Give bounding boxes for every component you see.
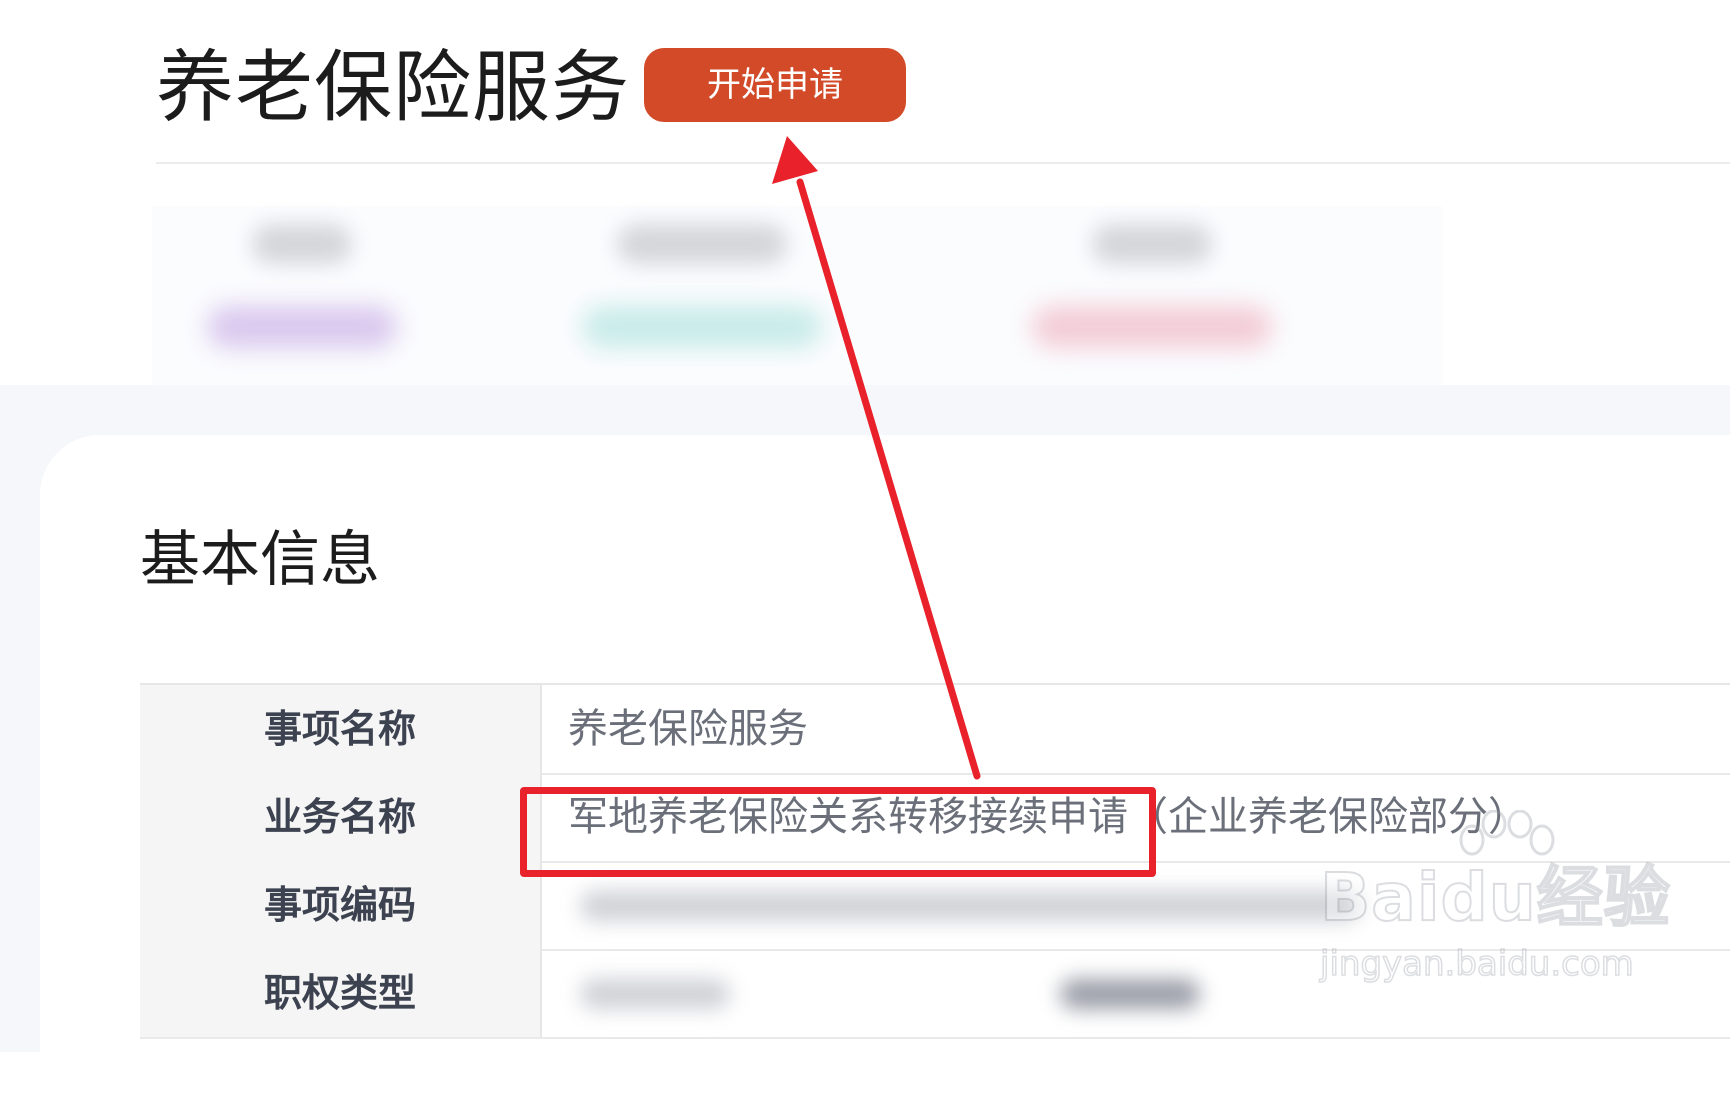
stat-label-blurred — [1092, 224, 1212, 264]
annotation-highlight-box — [520, 787, 1156, 877]
row-value-blurred — [1060, 979, 1200, 1009]
row-value: 养老保险服务 — [568, 706, 808, 752]
row-label: 事项编码 — [140, 861, 542, 949]
row-label: 职权类型 — [140, 949, 542, 1037]
watermark-logo-text: Baidu经验 — [1319, 858, 1671, 937]
stat-value-blurred — [582, 306, 822, 348]
table-row: 事项名称 养老保险服务 — [140, 685, 1730, 775]
baidu-jingyan-watermark: Baidu经验 jingyan.baidu.com — [1319, 810, 1720, 1018]
stat-item — [152, 206, 452, 406]
row-value-blurred — [580, 979, 730, 1009]
header-divider — [156, 162, 1730, 164]
stat-item — [552, 206, 852, 406]
row-value-blurred — [580, 891, 1360, 921]
stat-label-blurred — [617, 224, 787, 264]
page: 养老保险服务 开始申请 基本信息 事项名称 养老保险服务 业务名称 军地养老保险… — [0, 0, 1730, 1095]
stat-value-blurred — [1032, 306, 1272, 348]
stat-label-blurred — [252, 224, 352, 264]
stat-item — [1002, 206, 1302, 406]
row-label: 事项名称 — [140, 685, 542, 773]
watermark-url: jingyan.baidu.com — [1319, 943, 1634, 985]
section-title-basic-info: 基本信息 — [140, 525, 380, 595]
stat-value-blurred — [207, 306, 397, 348]
row-label: 业务名称 — [140, 773, 542, 861]
page-title: 养老保险服务 — [156, 43, 631, 133]
start-application-button[interactable]: 开始申请 — [644, 48, 906, 122]
